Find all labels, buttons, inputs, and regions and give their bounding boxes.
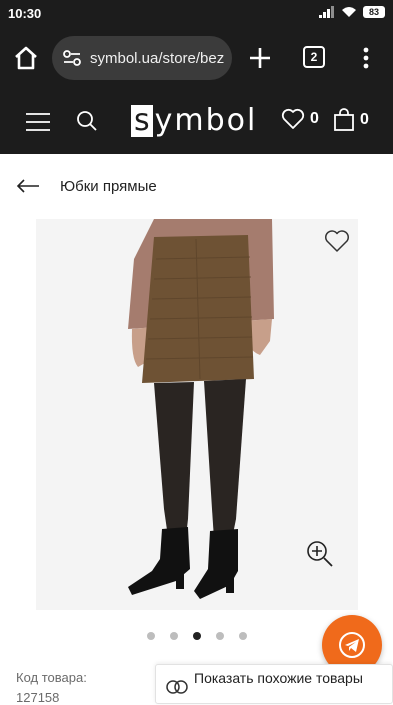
home-icon[interactable] — [12, 44, 40, 72]
browser-toolbar: symbol.ua/store/bez 2 — [0, 28, 393, 90]
status-time: 10:30 — [8, 6, 42, 21]
gallery-dot[interactable] — [147, 632, 155, 640]
favorites-button[interactable]: 0 — [281, 108, 319, 130]
logo-text: ymbol — [154, 103, 258, 138]
site-header: s ymbol 0 0 — [0, 90, 393, 154]
shopping-bag-icon — [334, 108, 354, 131]
sku-label: Код товара: — [16, 670, 87, 685]
show-similar-label: Показать похожие товары — [194, 670, 363, 686]
wifi-icon — [342, 7, 356, 17]
site-logo[interactable]: s ymbol — [131, 104, 257, 138]
gallery-dot[interactable] — [216, 632, 224, 640]
logo-letter: s — [131, 105, 153, 137]
sku-value: 127158 — [16, 690, 60, 705]
product-image[interactable] — [36, 219, 358, 610]
telegram-icon — [339, 632, 365, 658]
tab-switcher-button[interactable]: 2 — [303, 46, 325, 68]
more-menu-icon[interactable] — [356, 44, 376, 72]
back-arrow-icon[interactable] — [16, 176, 40, 196]
hamburger-menu-icon[interactable] — [26, 112, 50, 132]
gallery-pagination — [147, 632, 247, 640]
signal-icon — [319, 6, 334, 18]
favorites-count: 0 — [310, 110, 319, 127]
show-similar-button[interactable]: Показать похожие товары — [155, 664, 393, 704]
cart-button[interactable]: 0 — [333, 108, 369, 132]
battery-icon: 83 — [363, 6, 385, 18]
status-bar: 10:30 83 — [0, 0, 393, 28]
gallery-dot[interactable] — [239, 632, 247, 640]
zoom-in-icon[interactable] — [306, 540, 334, 568]
site-settings-icon[interactable] — [62, 49, 82, 67]
new-tab-icon[interactable] — [246, 44, 274, 72]
breadcrumb: Юбки прямые — [0, 154, 393, 218]
cart-count: 0 — [360, 111, 369, 128]
add-to-wishlist-icon[interactable] — [324, 229, 350, 253]
heart-icon — [281, 108, 305, 129]
gallery-dot-active[interactable] — [193, 632, 201, 640]
similar-items-icon — [166, 680, 188, 694]
search-icon[interactable] — [76, 110, 98, 132]
address-bar[interactable]: symbol.ua/store/bez — [52, 36, 232, 80]
category-title[interactable]: Юбки прямые — [60, 178, 157, 195]
gallery-dot[interactable] — [170, 632, 178, 640]
url-text: symbol.ua/store/bez — [90, 49, 225, 67]
status-icons: 83 — [319, 6, 385, 18]
